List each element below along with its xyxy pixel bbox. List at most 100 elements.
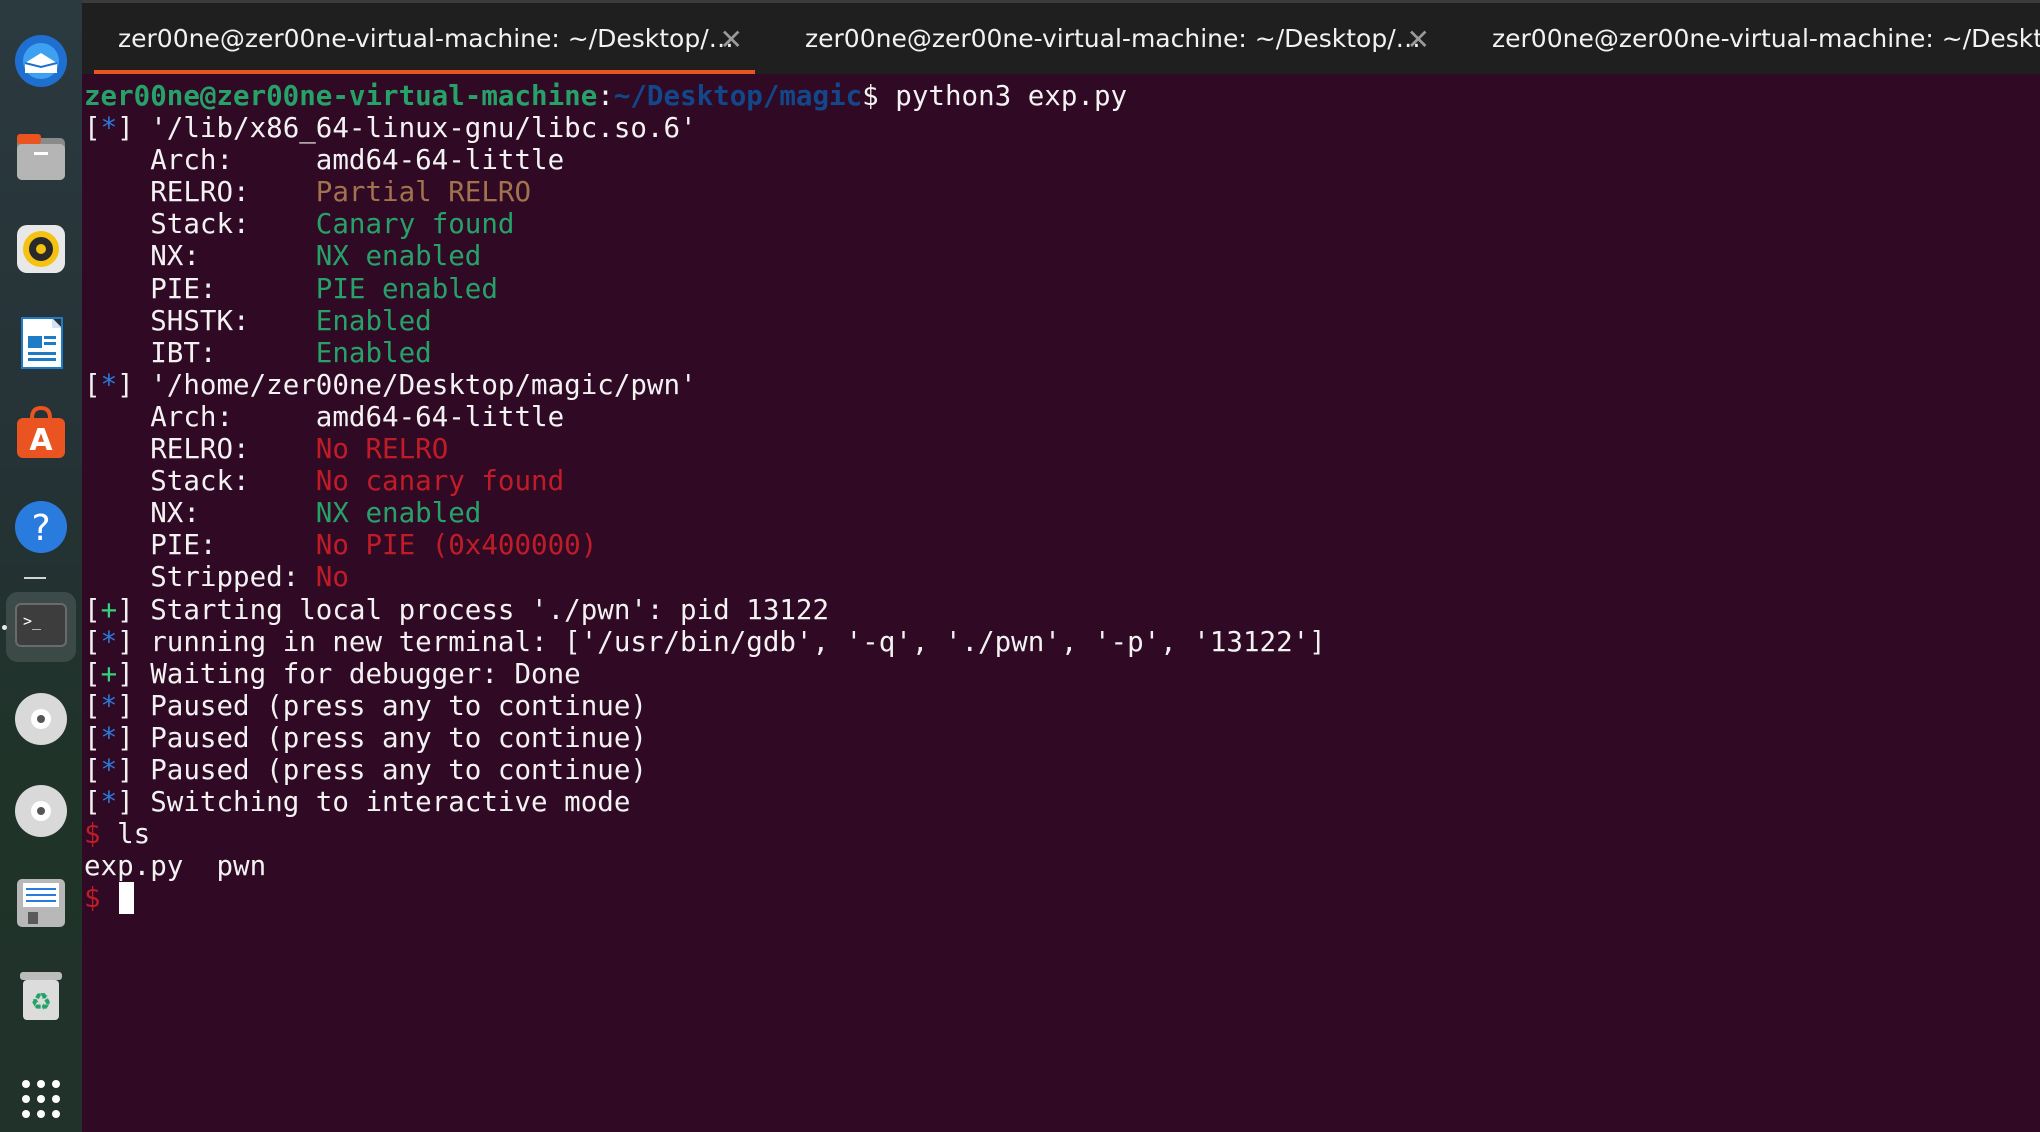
terminal-text: ] Paused (press any to continue) xyxy=(117,721,647,754)
terminal-text: Stack: xyxy=(84,208,316,241)
terminal-line: RELRO: No RELRO xyxy=(84,433,2034,465)
close-icon[interactable]: ✕ xyxy=(1407,23,1430,56)
terminal-text: NX: xyxy=(84,497,316,530)
terminal-text: Partial RELRO xyxy=(315,176,532,209)
prompt-user: zer00ne@zer00ne-virtual-machine xyxy=(84,80,598,112)
svg-text:>_: >_ xyxy=(23,612,42,630)
dock-item-show-apps[interactable] xyxy=(6,1066,76,1132)
prompt-dollar: $ xyxy=(862,80,896,112)
terminal-text: No PIE (0x400000) xyxy=(315,529,598,562)
terminal-text: No canary found xyxy=(315,465,565,498)
terminal-text: [ xyxy=(84,657,101,690)
terminal-line: PIE: PIE enabled xyxy=(84,273,2034,305)
terminal-line: NX: NX enabled xyxy=(84,240,2034,272)
dock-item-thunderbird[interactable] xyxy=(6,28,76,98)
terminal-text: [ xyxy=(84,368,101,401)
terminal-line: $ ls xyxy=(84,818,2034,850)
terminal-line: [*] Paused (press any to continue) xyxy=(84,754,2034,786)
terminal-text: IBT: xyxy=(84,336,316,369)
terminal-text: PIE: xyxy=(84,272,316,305)
svg-text:♻: ♻ xyxy=(30,988,52,1016)
terminal-line: exp.py pwn xyxy=(84,850,2034,882)
files-icon xyxy=(12,128,70,190)
terminal-text: * xyxy=(100,112,118,145)
dock-item-help[interactable]: ? xyxy=(6,494,76,564)
terminal-text: * xyxy=(100,753,118,786)
close-icon[interactable]: ✕ xyxy=(720,23,743,56)
tab-2[interactable]: zer00ne@zer00ne-virtual-machine: ~/Deskt… xyxy=(769,3,1454,74)
shell-prompt: $ xyxy=(84,882,118,915)
terminal-text: PIE enabled xyxy=(315,272,498,305)
terminal-text: [ xyxy=(84,625,101,658)
terminal-text: ] Waiting for debugger: Done xyxy=(117,657,581,690)
terminal-text: RELRO: xyxy=(84,176,316,209)
terminal-text: * xyxy=(100,368,118,401)
terminal-text: [ xyxy=(84,753,101,786)
terminal-text: Arch: xyxy=(84,400,316,433)
terminal-text: Stripped: xyxy=(84,561,316,594)
tab-title: zer00ne@zer00ne-virtual-machine: ~/Deskt… xyxy=(805,24,1421,53)
command-line: zer00ne@zer00ne-virtual-machine:~/Deskto… xyxy=(84,80,2034,112)
trash-icon: ♻ xyxy=(12,966,70,1028)
terminal-text: [ xyxy=(84,112,101,145)
terminal-text: Stack: xyxy=(84,465,316,498)
terminal-line: Stack: Canary found xyxy=(84,208,2034,240)
prompt-path: ~/Desktop/magic xyxy=(613,80,863,112)
dock: A ? >_ ♻ xyxy=(0,0,82,1132)
dock-item-trash[interactable]: ♻ xyxy=(6,962,76,1032)
terminal-text: PIE: xyxy=(84,529,316,562)
app-grid-icon xyxy=(19,1077,63,1125)
terminal-text: Enabled xyxy=(315,304,432,337)
terminal-text: $ xyxy=(84,818,118,851)
dock-item-rhythmbox[interactable] xyxy=(6,216,76,286)
terminal-text: amd64-64-little xyxy=(315,400,565,433)
text-cursor xyxy=(119,882,135,915)
help-icon: ? xyxy=(12,498,70,560)
terminal-line: NX: NX enabled xyxy=(84,497,2034,529)
dock-item-disc-2[interactable] xyxy=(6,778,76,848)
terminal-text: RELRO: xyxy=(84,433,316,466)
terminal-icon: >_ xyxy=(12,596,70,658)
dock-item-software-center[interactable]: A xyxy=(6,400,76,470)
terminal-line: [*] '/home/zer00ne/Desktop/magic/pwn' xyxy=(84,369,2034,401)
terminal-line: [*] '/lib/x86_64-linux-gnu/libc.so.6' xyxy=(84,112,2034,144)
output-lines: [*] '/lib/x86_64-linux-gnu/libc.so.6' Ar… xyxy=(84,112,2034,882)
dock-item-disc-1[interactable] xyxy=(6,686,76,756)
svg-text:A: A xyxy=(29,423,53,458)
terminal-text: SHSTK: xyxy=(84,304,316,337)
dock-item-terminal[interactable]: >_ xyxy=(6,592,76,662)
terminal-text: No RELRO xyxy=(315,433,449,466)
software-center-icon: A xyxy=(12,404,70,466)
terminal-text: ] Paused (press any to continue) xyxy=(117,753,647,786)
tab-1[interactable]: zer00ne@zer00ne-virtual-machine: ~/Deskt… xyxy=(82,3,767,74)
terminal-text: [ xyxy=(84,721,101,754)
rhythmbox-icon xyxy=(12,220,70,282)
dock-item-files[interactable] xyxy=(6,124,76,194)
terminal-text: * xyxy=(100,689,118,722)
terminal-text: ] Starting local process './pwn': pid 13… xyxy=(117,593,830,626)
tab-3[interactable]: zer00ne@zer00ne-virtual-machine: ~/Deskt… xyxy=(1456,3,2040,74)
terminal-line: [*] Paused (press any to continue) xyxy=(84,690,2034,722)
terminal-text: No xyxy=(315,561,349,594)
active-tab-indicator xyxy=(94,70,755,74)
terminal-line: Arch: amd64-64-little xyxy=(84,401,2034,433)
disc-icon xyxy=(12,690,70,752)
dock-item-writer[interactable] xyxy=(6,310,76,380)
terminal-text: ] '/home/zer00ne/Desktop/magic/pwn' xyxy=(117,368,697,401)
terminal-line: [+] Starting local process './pwn': pid … xyxy=(84,594,2034,626)
terminal-text: NX enabled xyxy=(315,497,482,530)
terminal-text: * xyxy=(100,721,118,754)
terminal-line: PIE: No PIE (0x400000) xyxy=(84,529,2034,561)
dock-item-drive[interactable] xyxy=(6,870,76,940)
terminal-text: * xyxy=(100,786,118,819)
terminal-line: Stripped: No xyxy=(84,561,2034,593)
terminal-output[interactable]: zer00ne@zer00ne-virtual-machine:~/Deskto… xyxy=(84,80,2034,1130)
terminal-line: Arch: amd64-64-little xyxy=(84,144,2034,176)
terminal-text: ] Paused (press any to continue) xyxy=(117,689,647,722)
terminal-line: [*] Switching to interactive mode xyxy=(84,786,2034,818)
terminal-text: * xyxy=(100,625,118,658)
writer-icon xyxy=(12,314,70,376)
terminal-text: ] running in new terminal: ['/usr/bin/gd… xyxy=(117,625,1326,658)
active-prompt-line[interactable]: $ xyxy=(84,882,2034,915)
thunderbird-icon xyxy=(11,31,71,95)
